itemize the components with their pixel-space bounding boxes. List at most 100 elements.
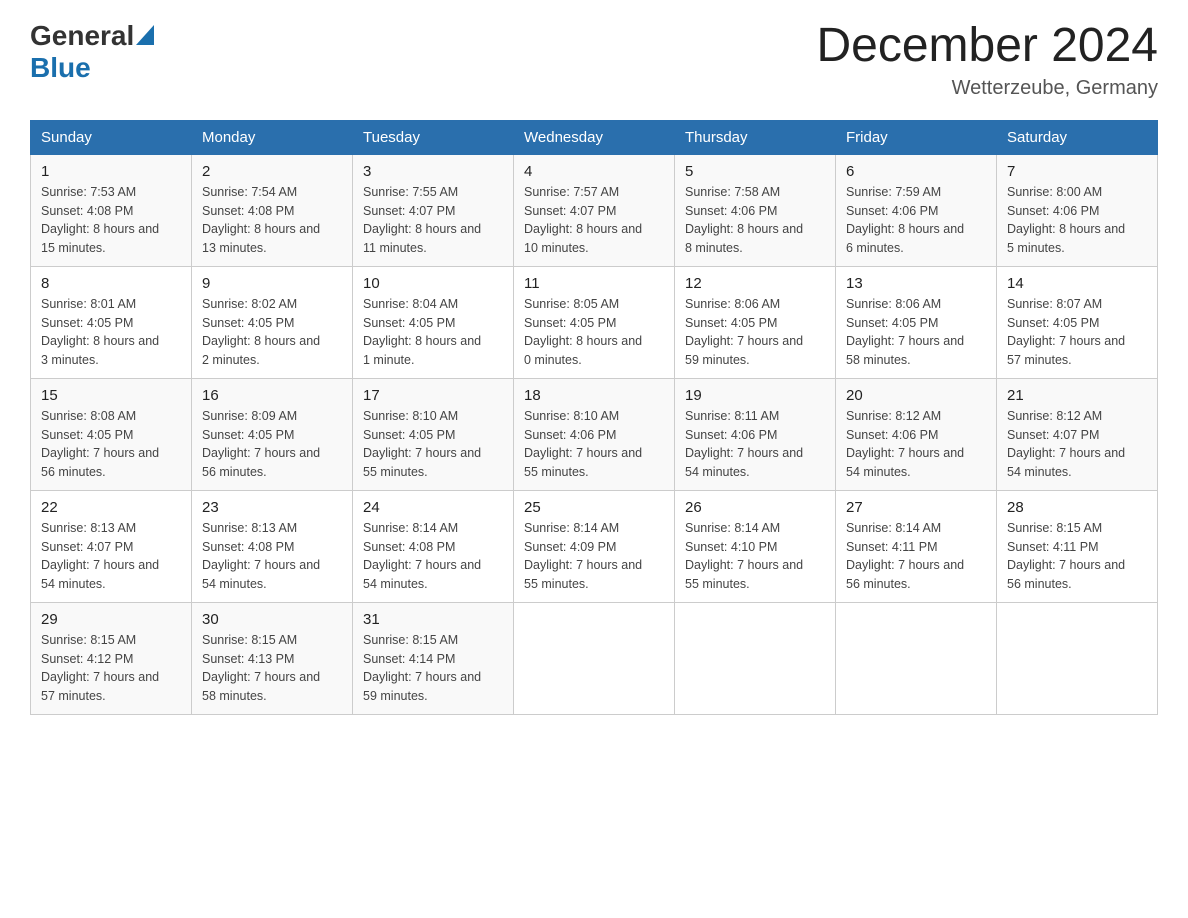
- calendar-cell: 24 Sunrise: 8:14 AMSunset: 4:08 PMDayligh…: [353, 490, 514, 602]
- page-header: General Blue December 2024 Wetterzeube, …: [30, 20, 1158, 100]
- day-info: Sunrise: 7:54 AMSunset: 4:08 PMDaylight:…: [202, 183, 342, 258]
- day-info: Sunrise: 7:59 AMSunset: 4:06 PMDaylight:…: [846, 183, 986, 258]
- location-text: Wetterzeube, Germany: [816, 77, 1158, 100]
- day-number: 25: [524, 499, 664, 516]
- day-info: Sunrise: 8:10 AMSunset: 4:06 PMDaylight:…: [524, 407, 664, 482]
- week-row: 8Sunrise: 8:01 AMSunset: 4:05 PMDaylight…: [31, 266, 1158, 378]
- calendar-cell: 29 Sunrise: 8:15 AMSunset: 4:12 PMDayligh…: [31, 602, 192, 714]
- week-row: 1Sunrise: 7:53 AMSunset: 4:08 PMDaylight…: [31, 154, 1158, 266]
- calendar-cell: 17 Sunrise: 8:10 AMSunset: 4:05 PMDayligh…: [353, 378, 514, 490]
- calendar-body: 1Sunrise: 7:53 AMSunset: 4:08 PMDaylight…: [31, 154, 1158, 714]
- calendar-cell: [997, 602, 1158, 714]
- day-info: Sunrise: 7:57 AMSunset: 4:07 PMDaylight:…: [524, 183, 664, 258]
- day-info: Sunrise: 8:01 AMSunset: 4:05 PMDaylight:…: [41, 295, 181, 370]
- day-info: Sunrise: 8:15 AMSunset: 4:11 PMDaylight:…: [1007, 519, 1147, 594]
- week-row: 29 Sunrise: 8:15 AMSunset: 4:12 PMDayligh…: [31, 602, 1158, 714]
- day-info: Sunrise: 8:09 AMSunset: 4:05 PMDaylight:…: [202, 407, 342, 482]
- calendar-cell: 22 Sunrise: 8:13 AMSunset: 4:07 PMDayligh…: [31, 490, 192, 602]
- day-number: 31: [363, 611, 503, 628]
- day-info: Sunrise: 7:55 AMSunset: 4:07 PMDaylight:…: [363, 183, 503, 258]
- logo-triangle-icon: [136, 25, 154, 45]
- day-number: 21: [1007, 387, 1147, 404]
- day-number: 16: [202, 387, 342, 404]
- calendar-cell: 28Sunrise: 8:15 AMSunset: 4:11 PMDayligh…: [997, 490, 1158, 602]
- day-number: 5: [685, 163, 825, 180]
- day-number: 29: [41, 611, 181, 628]
- calendar-cell: 1Sunrise: 7:53 AMSunset: 4:08 PMDaylight…: [31, 154, 192, 266]
- calendar-cell: 12 Sunrise: 8:06 AMSunset: 4:05 PMDayligh…: [675, 266, 836, 378]
- day-info: Sunrise: 8:06 AMSunset: 4:05 PMDaylight:…: [685, 295, 825, 370]
- day-info: Sunrise: 8:15 AMSunset: 4:13 PMDaylight:…: [202, 631, 342, 706]
- day-info: Sunrise: 8:14 AMSunset: 4:10 PMDaylight:…: [685, 519, 825, 594]
- logo-blue-text: Blue: [30, 52, 91, 83]
- calendar-cell: 15 Sunrise: 8:08 AMSunset: 4:05 PMDayligh…: [31, 378, 192, 490]
- day-info: Sunrise: 7:58 AMSunset: 4:06 PMDaylight:…: [685, 183, 825, 258]
- day-number: 15: [41, 387, 181, 404]
- calendar-table: SundayMondayTuesdayWednesdayThursdayFrid…: [30, 120, 1158, 715]
- day-info: Sunrise: 8:02 AMSunset: 4:05 PMDaylight:…: [202, 295, 342, 370]
- calendar-cell: 9 Sunrise: 8:02 AMSunset: 4:05 PMDaylight…: [192, 266, 353, 378]
- day-info: Sunrise: 8:15 AMSunset: 4:14 PMDaylight:…: [363, 631, 503, 706]
- header-cell-saturday: Saturday: [997, 120, 1158, 154]
- day-info: Sunrise: 8:10 AMSunset: 4:05 PMDaylight:…: [363, 407, 503, 482]
- calendar-cell: 2 Sunrise: 7:54 AMSunset: 4:08 PMDaylight…: [192, 154, 353, 266]
- header-row: SundayMondayTuesdayWednesdayThursdayFrid…: [31, 120, 1158, 154]
- header-cell-monday: Monday: [192, 120, 353, 154]
- day-number: 24: [363, 499, 503, 516]
- calendar-cell: 7Sunrise: 8:00 AMSunset: 4:06 PMDaylight…: [997, 154, 1158, 266]
- day-info: Sunrise: 8:11 AMSunset: 4:06 PMDaylight:…: [685, 407, 825, 482]
- day-info: Sunrise: 8:12 AMSunset: 4:06 PMDaylight:…: [846, 407, 986, 482]
- day-info: Sunrise: 8:08 AMSunset: 4:05 PMDaylight:…: [41, 407, 181, 482]
- calendar-cell: 8Sunrise: 8:01 AMSunset: 4:05 PMDaylight…: [31, 266, 192, 378]
- calendar-cell: 5 Sunrise: 7:58 AMSunset: 4:06 PMDaylight…: [675, 154, 836, 266]
- day-number: 14: [1007, 275, 1147, 292]
- logo: General Blue: [30, 20, 154, 84]
- calendar-cell: 16 Sunrise: 8:09 AMSunset: 4:05 PMDayligh…: [192, 378, 353, 490]
- day-info: Sunrise: 8:14 AMSunset: 4:09 PMDaylight:…: [524, 519, 664, 594]
- day-number: 22: [41, 499, 181, 516]
- calendar-header: SundayMondayTuesdayWednesdayThursdayFrid…: [31, 120, 1158, 154]
- day-number: 6: [846, 163, 986, 180]
- day-info: Sunrise: 8:07 AMSunset: 4:05 PMDaylight:…: [1007, 295, 1147, 370]
- day-number: 23: [202, 499, 342, 516]
- calendar-cell: 6 Sunrise: 7:59 AMSunset: 4:06 PMDaylight…: [836, 154, 997, 266]
- calendar-cell: 21 Sunrise: 8:12 AMSunset: 4:07 PMDayligh…: [997, 378, 1158, 490]
- month-title: December 2024: [816, 20, 1158, 73]
- day-info: Sunrise: 8:14 AMSunset: 4:11 PMDaylight:…: [846, 519, 986, 594]
- week-row: 22 Sunrise: 8:13 AMSunset: 4:07 PMDayligh…: [31, 490, 1158, 602]
- day-number: 20: [846, 387, 986, 404]
- header-cell-sunday: Sunday: [31, 120, 192, 154]
- header-cell-thursday: Thursday: [675, 120, 836, 154]
- calendar-cell: 25 Sunrise: 8:14 AMSunset: 4:09 PMDayligh…: [514, 490, 675, 602]
- day-number: 30: [202, 611, 342, 628]
- day-info: Sunrise: 8:06 AMSunset: 4:05 PMDaylight:…: [846, 295, 986, 370]
- day-number: 9: [202, 275, 342, 292]
- day-number: 1: [41, 163, 181, 180]
- calendar-cell: 13Sunrise: 8:06 AMSunset: 4:05 PMDayligh…: [836, 266, 997, 378]
- calendar-cell: 30 Sunrise: 8:15 AMSunset: 4:13 PMDayligh…: [192, 602, 353, 714]
- calendar-cell: 14 Sunrise: 8:07 AMSunset: 4:05 PMDayligh…: [997, 266, 1158, 378]
- day-number: 2: [202, 163, 342, 180]
- calendar-cell: [675, 602, 836, 714]
- day-number: 27: [846, 499, 986, 516]
- header-cell-friday: Friday: [836, 120, 997, 154]
- day-info: Sunrise: 8:13 AMSunset: 4:08 PMDaylight:…: [202, 519, 342, 594]
- day-number: 19: [685, 387, 825, 404]
- day-number: 17: [363, 387, 503, 404]
- day-info: Sunrise: 8:14 AMSunset: 4:08 PMDaylight:…: [363, 519, 503, 594]
- day-number: 3: [363, 163, 503, 180]
- day-info: Sunrise: 8:05 AMSunset: 4:05 PMDaylight:…: [524, 295, 664, 370]
- day-number: 4: [524, 163, 664, 180]
- day-number: 7: [1007, 163, 1147, 180]
- day-info: Sunrise: 8:15 AMSunset: 4:12 PMDaylight:…: [41, 631, 181, 706]
- calendar-cell: 11Sunrise: 8:05 AMSunset: 4:05 PMDayligh…: [514, 266, 675, 378]
- calendar-cell: 18 Sunrise: 8:10 AMSunset: 4:06 PMDayligh…: [514, 378, 675, 490]
- day-info: Sunrise: 8:12 AMSunset: 4:07 PMDaylight:…: [1007, 407, 1147, 482]
- day-number: 18: [524, 387, 664, 404]
- day-info: Sunrise: 8:13 AMSunset: 4:07 PMDaylight:…: [41, 519, 181, 594]
- title-section: December 2024 Wetterzeube, Germany: [816, 20, 1158, 100]
- day-number: 12: [685, 275, 825, 292]
- calendar-cell: [514, 602, 675, 714]
- header-cell-tuesday: Tuesday: [353, 120, 514, 154]
- week-row: 15 Sunrise: 8:08 AMSunset: 4:05 PMDayligh…: [31, 378, 1158, 490]
